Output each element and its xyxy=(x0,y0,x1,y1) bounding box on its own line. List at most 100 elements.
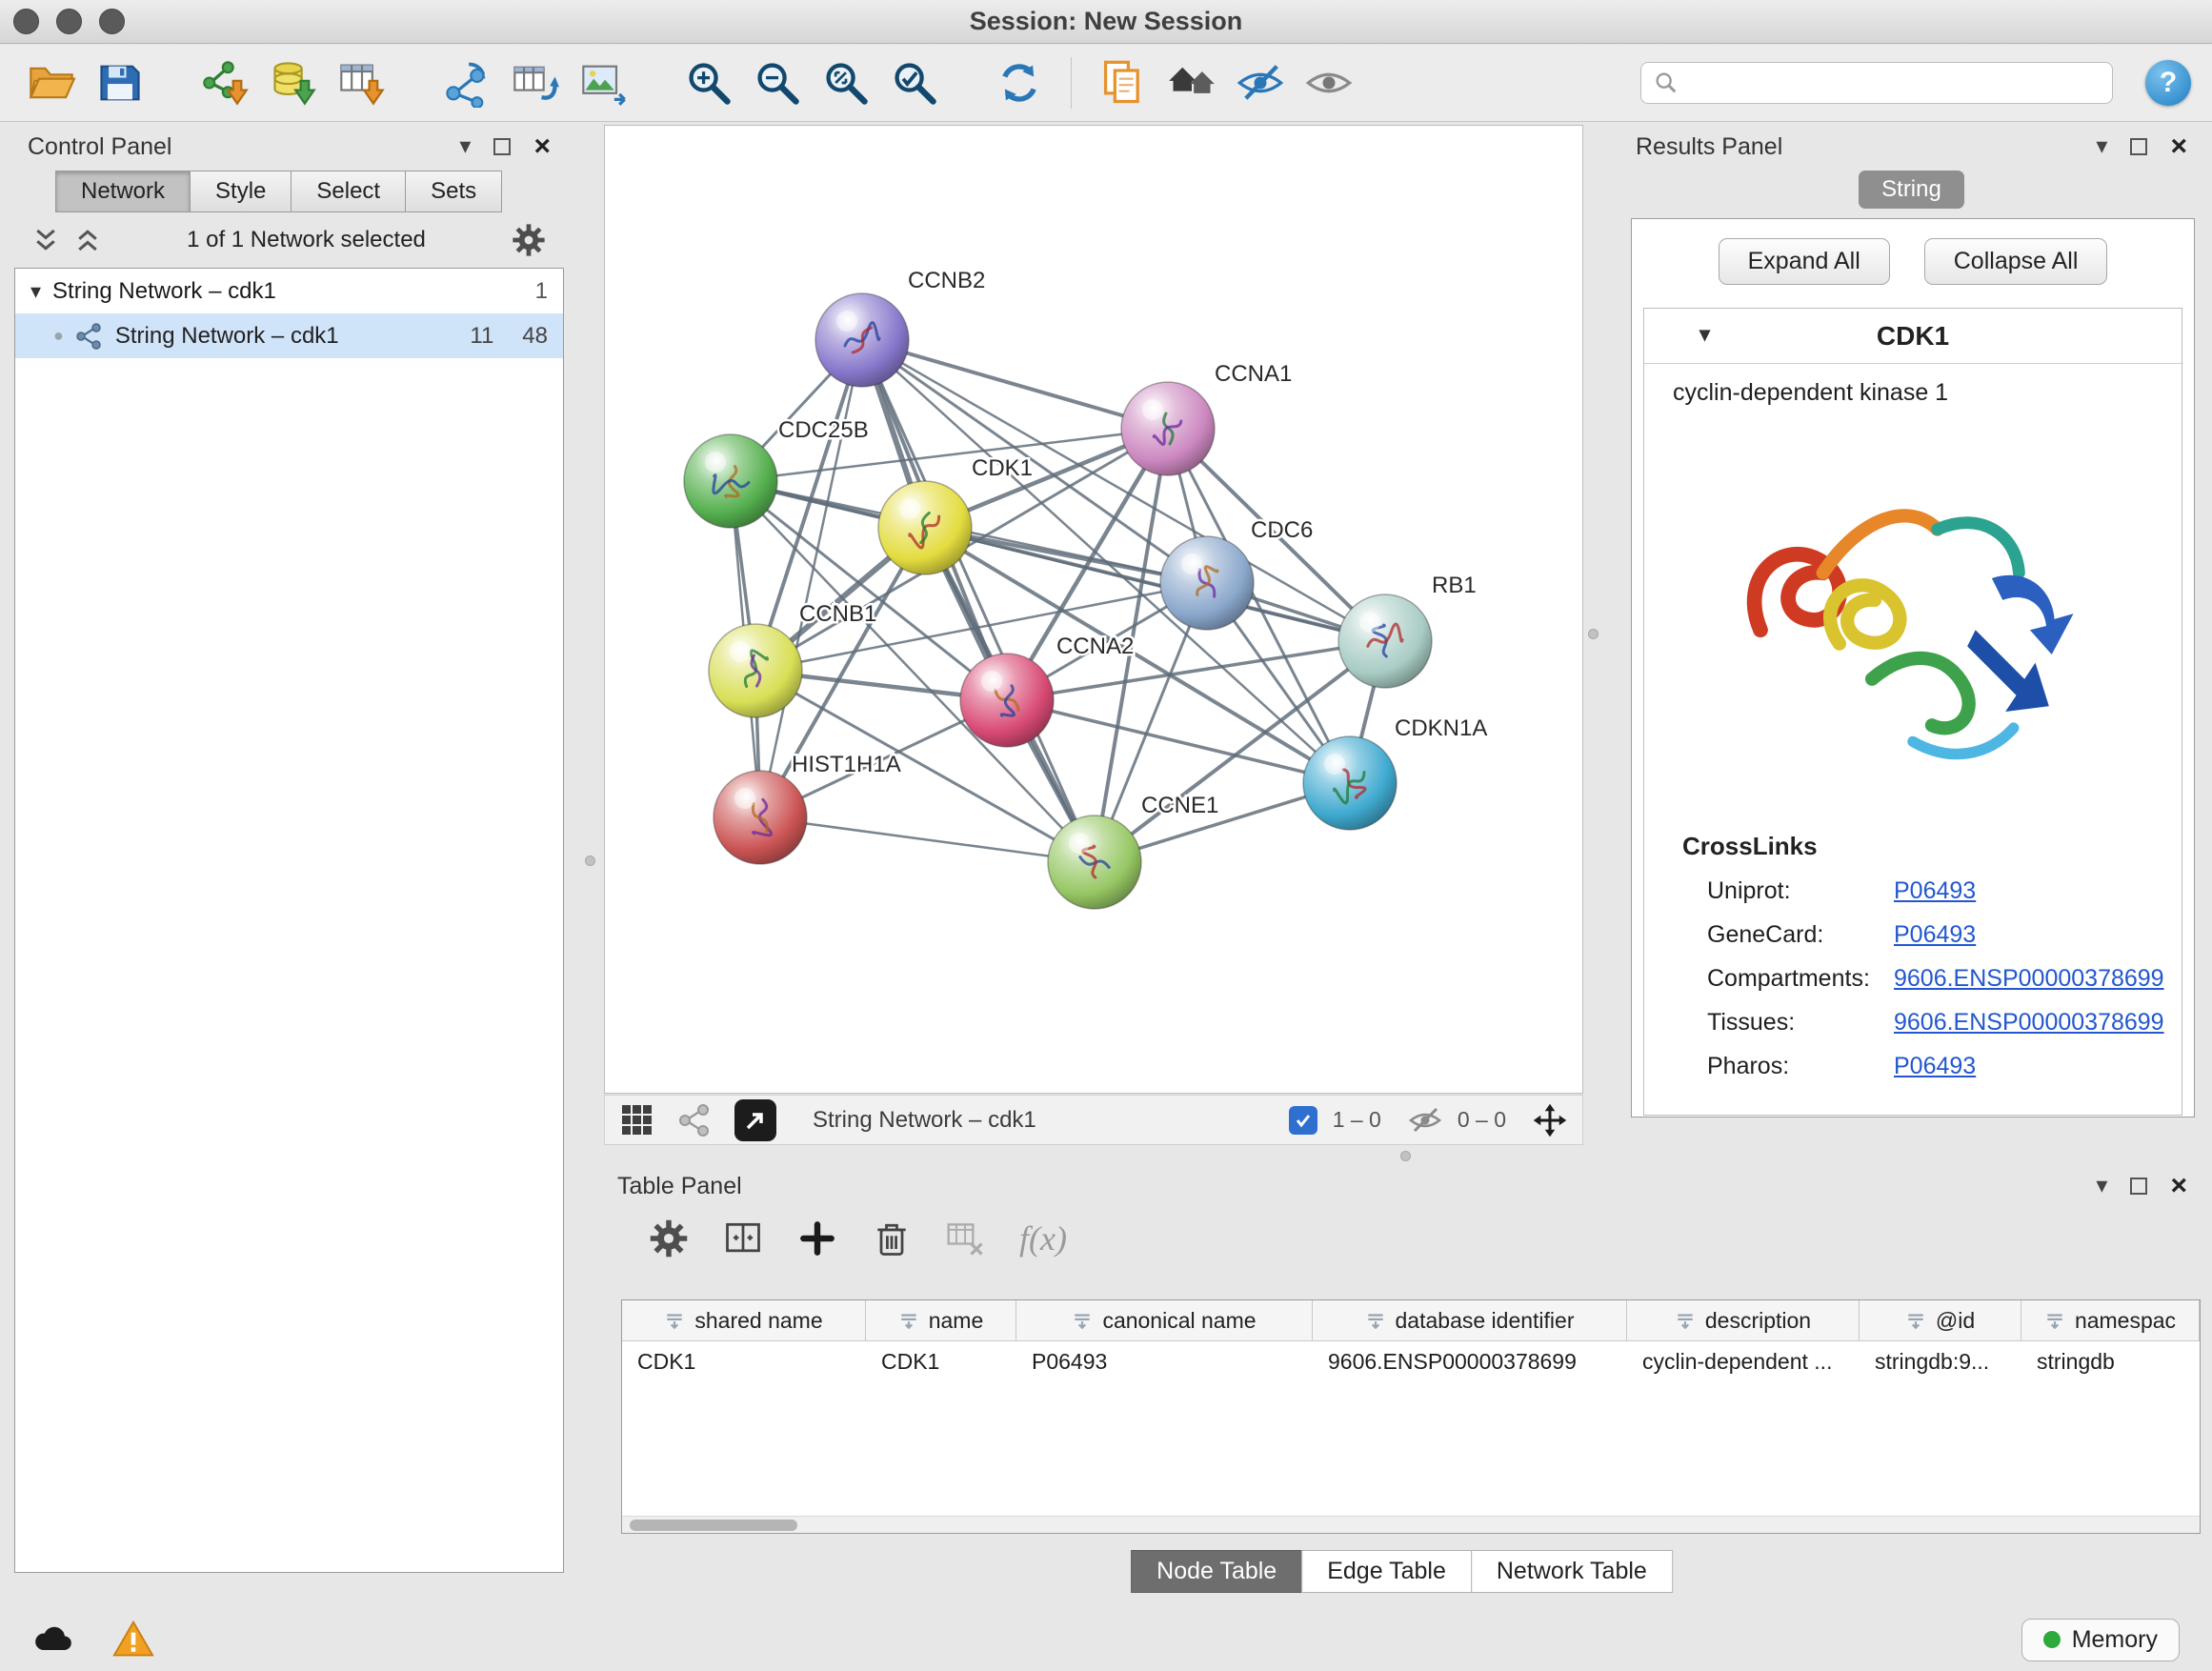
crosslink-link[interactable]: 9606.ENSP00000378699 xyxy=(1894,1009,2164,1037)
column-header-namespac[interactable]: namespac xyxy=(2021,1300,2200,1340)
protein-expander-icon[interactable]: ▾ xyxy=(1699,324,1710,345)
network-row[interactable]: ● String Network – cdk1 11 48 xyxy=(15,313,563,358)
delete-column-trash-icon[interactable] xyxy=(871,1218,913,1259)
export-image-button[interactable] xyxy=(573,52,634,113)
import-network-file-button[interactable] xyxy=(194,52,255,113)
grid-view-icon[interactable] xyxy=(620,1103,654,1137)
column-header-shared-name[interactable]: shared name xyxy=(622,1300,866,1340)
crosslink-link[interactable]: P06493 xyxy=(1894,877,1976,905)
network-node-CCNB2[interactable] xyxy=(815,293,909,387)
horizontal-scrollbar[interactable] xyxy=(622,1516,2200,1533)
tab-style[interactable]: Style xyxy=(190,171,292,212)
zoom-fit-button[interactable] xyxy=(815,52,876,113)
tab-network-table[interactable]: Network Table xyxy=(1471,1550,1673,1593)
tab-network[interactable]: Network xyxy=(55,171,191,212)
table-panel-menu-icon[interactable]: ▾ xyxy=(2096,1175,2107,1198)
table-settings-gear-icon[interactable] xyxy=(648,1218,690,1259)
warning-icon[interactable] xyxy=(112,1619,154,1661)
network-node-CCNE1[interactable] xyxy=(1048,815,1141,909)
column-header-database-identifier[interactable]: database identifier xyxy=(1313,1300,1627,1340)
edge-HIST1H1A-CCNE1[interactable] xyxy=(760,817,1095,862)
memory-button[interactable]: Memory xyxy=(2021,1619,2180,1661)
zoom-in-button[interactable] xyxy=(678,52,739,113)
control-panel-menu-icon[interactable]: ▾ xyxy=(459,135,471,158)
network-node-RB1[interactable] xyxy=(1338,594,1432,688)
tab-node-table[interactable]: Node Table xyxy=(1131,1550,1302,1593)
tab-select[interactable]: Select xyxy=(291,171,406,212)
add-column-icon[interactable] xyxy=(796,1218,838,1259)
table-panel-float-icon[interactable] xyxy=(2130,1178,2147,1195)
network-graph[interactable]: CCNB2CCNA1CDC25BCDK1CDC6RB1CCNB1CCNA2CDK… xyxy=(605,126,1582,1093)
delete-table-icon[interactable] xyxy=(945,1218,987,1259)
table-row[interactable]: CDK1CDK1P064939606.ENSP00000378699cyclin… xyxy=(622,1341,2200,1382)
collapse-all-networks-icon[interactable] xyxy=(31,226,60,254)
network-from-table-button[interactable] xyxy=(505,52,566,113)
show-all-button[interactable] xyxy=(1298,52,1359,113)
zoom-selected-button[interactable] xyxy=(884,52,945,113)
open-session-button[interactable] xyxy=(21,52,82,113)
crosslink-link[interactable]: P06493 xyxy=(1894,1053,1976,1080)
results-panel-menu-icon[interactable]: ▾ xyxy=(2096,135,2107,158)
import-table-button[interactable] xyxy=(332,52,392,113)
results-panel-close-icon[interactable]: × xyxy=(2170,132,2187,161)
network-overview-icon[interactable] xyxy=(677,1103,712,1137)
network-node-CDC6[interactable] xyxy=(1160,536,1254,630)
import-network-database-button[interactable] xyxy=(263,52,324,113)
search-box[interactable] xyxy=(1640,62,2113,104)
network-collection-row[interactable]: ▾ String Network – cdk1 1 xyxy=(15,269,563,313)
network-canvas[interactable]: CCNB2CCNA1CDC25BCDK1CDC6RB1CCNB1CCNA2CDK… xyxy=(604,125,1583,1094)
tab-edge-table[interactable]: Edge Table xyxy=(1301,1550,1472,1593)
copy-document-button[interactable] xyxy=(1093,52,1154,113)
bottom-splitter-handle[interactable] xyxy=(1400,1151,1411,1161)
results-tab-string[interactable]: String xyxy=(1859,171,1964,209)
help-button[interactable]: ? xyxy=(2145,60,2191,106)
new-network-button[interactable] xyxy=(436,52,497,113)
save-session-button[interactable] xyxy=(90,52,151,113)
protein-section-header[interactable]: ▾ CDK1 xyxy=(1644,309,2182,364)
close-window-button[interactable] xyxy=(13,9,39,34)
hide-selected-button[interactable] xyxy=(1230,52,1291,113)
collection-expander-icon[interactable]: ▾ xyxy=(30,281,41,302)
scrollbar-thumb[interactable] xyxy=(630,1520,797,1531)
open-in-window-button[interactable] xyxy=(734,1099,776,1141)
crosslink-link[interactable]: 9606.ENSP00000378699 xyxy=(1894,965,2164,993)
column-header-name[interactable]: name xyxy=(866,1300,1016,1340)
expand-all-networks-icon[interactable] xyxy=(73,226,102,254)
network-node-CCNA1[interactable] xyxy=(1121,382,1215,475)
edge-CCNB2-HIST1H1A[interactable] xyxy=(760,340,862,817)
edge-CCNB2-CCNE1[interactable] xyxy=(862,340,1095,862)
edge-CCNB2-CCNA1[interactable] xyxy=(862,340,1168,429)
network-node-CDKN1A[interactable] xyxy=(1303,736,1397,830)
pan-crosshair-icon[interactable] xyxy=(1533,1103,1567,1137)
tab-sets[interactable]: Sets xyxy=(405,171,502,212)
zoom-out-button[interactable] xyxy=(747,52,808,113)
left-splitter-handle[interactable] xyxy=(585,856,595,866)
network-node-HIST1H1A[interactable] xyxy=(714,771,807,864)
minimize-window-button[interactable] xyxy=(56,9,82,34)
cloud-icon[interactable] xyxy=(32,1619,74,1661)
hidden-eye-slash-icon[interactable] xyxy=(1408,1103,1442,1137)
automation-home-button[interactable] xyxy=(1161,52,1222,113)
expand-all-button[interactable]: Expand All xyxy=(1719,238,1890,285)
column-header-id[interactable]: @id xyxy=(1860,1300,2021,1340)
control-panel-float-icon[interactable] xyxy=(493,138,511,155)
network-node-CCNA2[interactable] xyxy=(960,654,1054,747)
right-splitter-handle[interactable] xyxy=(1588,629,1599,639)
selected-checkbox-icon[interactable] xyxy=(1289,1106,1317,1135)
network-node-CDC25B[interactable] xyxy=(684,434,777,528)
table-panel-close-icon[interactable]: × xyxy=(2170,1172,2187,1200)
network-node-CCNB1[interactable] xyxy=(709,624,802,717)
zoom-window-button[interactable] xyxy=(99,9,125,34)
network-options-gear-icon[interactable] xyxy=(511,222,547,258)
network-node-CDK1[interactable] xyxy=(878,481,972,574)
control-panel-close-icon[interactable]: × xyxy=(533,132,551,161)
crosslink-link[interactable]: P06493 xyxy=(1894,921,1976,949)
search-input[interactable] xyxy=(1689,70,2101,96)
update-refresh-button[interactable] xyxy=(989,52,1050,113)
collapse-all-button[interactable]: Collapse All xyxy=(1924,238,2108,285)
column-header-description[interactable]: description xyxy=(1627,1300,1860,1340)
function-builder-button[interactable]: f(x) xyxy=(1019,1218,1067,1258)
show-columns-icon[interactable] xyxy=(722,1218,764,1259)
column-header-canonical-name[interactable]: canonical name xyxy=(1016,1300,1313,1340)
results-panel-float-icon[interactable] xyxy=(2130,138,2147,155)
